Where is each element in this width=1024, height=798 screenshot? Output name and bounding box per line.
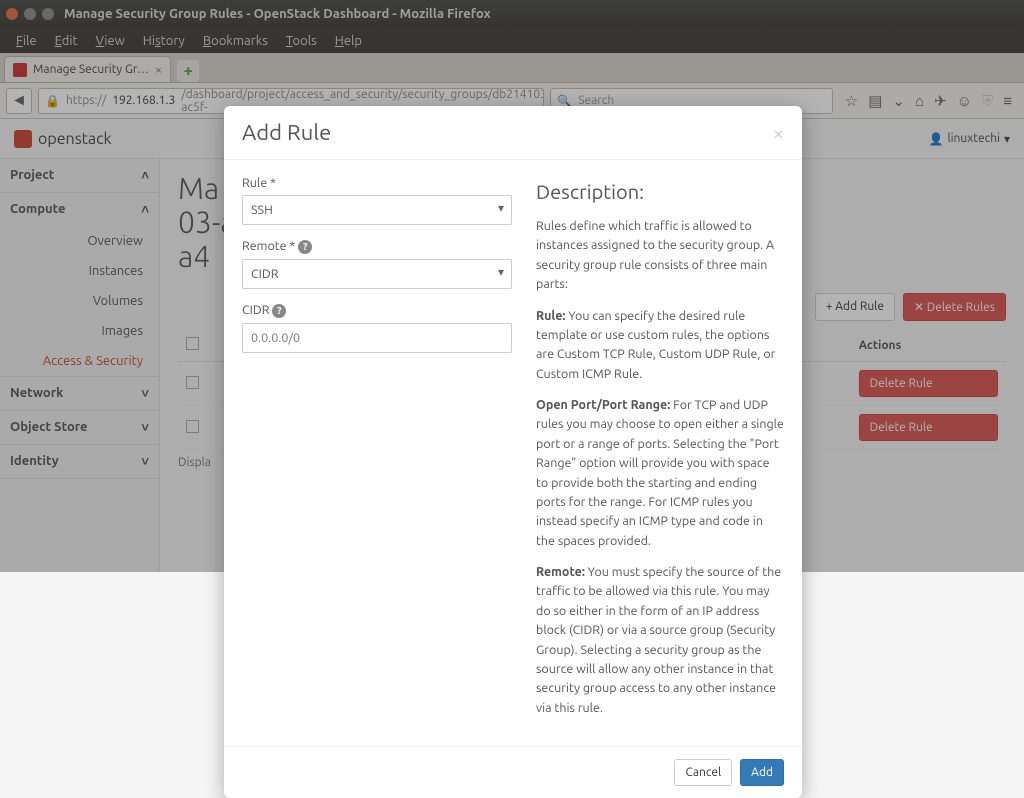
help-icon[interactable]: ?: [272, 304, 286, 318]
description-rule: Rule: You can specify the desired rule t…: [536, 307, 784, 385]
cancel-button[interactable]: Cancel: [674, 759, 732, 786]
description-intro: Rules define which traffic is allowed to…: [536, 217, 784, 295]
cidr-label: CIDR ?: [242, 303, 512, 318]
description-heading: Description:: [536, 176, 784, 207]
remote-select[interactable]: CIDR: [242, 259, 512, 289]
add-button[interactable]: Add: [740, 759, 784, 786]
description-remote: Remote: You must specify the source of t…: [536, 563, 784, 718]
add-rule-modal: Add Rule × Rule * SSH Remote * ? CIDR: [224, 106, 802, 798]
help-icon[interactable]: ?: [298, 240, 312, 254]
rule-label: Rule *: [242, 176, 512, 190]
modal-title: Add Rule: [242, 120, 331, 145]
rule-select[interactable]: SSH: [242, 195, 512, 225]
cidr-input[interactable]: [242, 323, 512, 353]
remote-label: Remote * ?: [242, 239, 512, 254]
modal-close-button[interactable]: ×: [773, 121, 784, 144]
description-port: Open Port/Port Range: For TCP and UDP ru…: [536, 396, 784, 551]
